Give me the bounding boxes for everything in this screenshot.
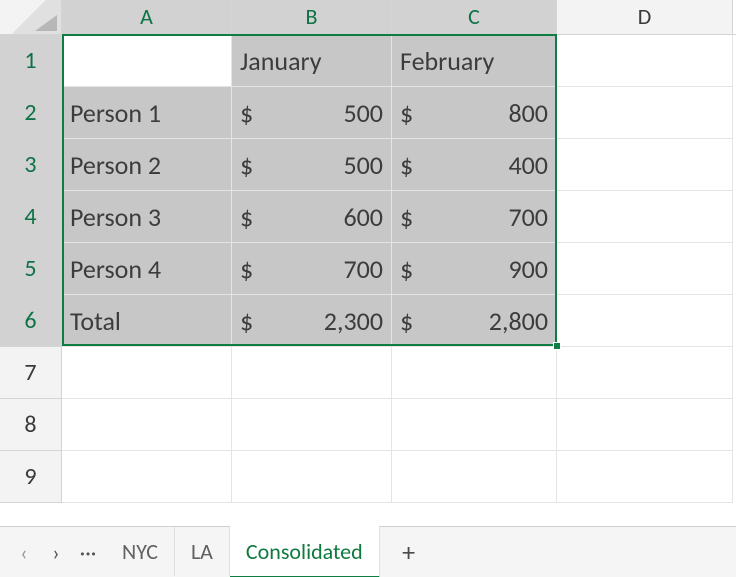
sheet-tab-la[interactable]: LA <box>175 527 230 576</box>
cell-c8[interactable] <box>392 399 557 451</box>
cell-c5[interactable]: $900 <box>392 243 557 295</box>
cell-b3[interactable]: $500 <box>232 139 392 191</box>
row-header-8[interactable]: 8 <box>0 399 62 451</box>
cell-d1[interactable] <box>557 35 733 87</box>
row-header-4[interactable]: 4 <box>0 191 62 243</box>
tab-nav-next[interactable]: › <box>42 539 70 566</box>
cell-b8[interactable] <box>232 399 392 451</box>
sheet-tabs: NYC LA Consolidated <box>106 527 380 577</box>
tab-nav-more[interactable]: ··· <box>74 539 102 566</box>
cell-b7[interactable] <box>232 347 392 399</box>
cell-b1[interactable]: January <box>232 35 392 87</box>
cell-a7[interactable] <box>62 347 232 399</box>
cell-d3[interactable] <box>557 139 733 191</box>
sheet-tab-consolidated[interactable]: Consolidated <box>230 526 380 577</box>
cell-a6[interactable]: Total <box>62 295 232 347</box>
cell-c6[interactable]: $2,800 <box>392 295 557 347</box>
col-header-a[interactable]: A <box>62 0 232 34</box>
cell-d7[interactable] <box>557 347 733 399</box>
cell-d9[interactable] <box>557 451 733 503</box>
row-header-1[interactable]: 1 <box>0 35 62 87</box>
cell-c4[interactable]: $700 <box>392 191 557 243</box>
cell-a3[interactable]: Person 2 <box>62 139 232 191</box>
cell-d5[interactable] <box>557 243 733 295</box>
cell-b9[interactable] <box>232 451 392 503</box>
sheet-tab-bar: ‹ › ··· NYC LA Consolidated + <box>0 526 736 577</box>
cell-b6[interactable]: $2,300 <box>232 295 392 347</box>
add-sheet-button[interactable]: + <box>384 536 434 568</box>
spreadsheet-grid[interactable]: A B C D 1 January February 2 Person 1 $5… <box>0 0 736 526</box>
cell-b4[interactable]: $600 <box>232 191 392 243</box>
cell-a5[interactable]: Person 4 <box>62 243 232 295</box>
tab-nav-prev[interactable]: ‹ <box>10 539 38 566</box>
cell-a8[interactable] <box>62 399 232 451</box>
cell-d8[interactable] <box>557 399 733 451</box>
cell-a9[interactable] <box>62 451 232 503</box>
cell-b2[interactable]: $500 <box>232 87 392 139</box>
col-header-d[interactable]: D <box>557 0 733 34</box>
cell-c3[interactable]: $400 <box>392 139 557 191</box>
cell-c7[interactable] <box>392 347 557 399</box>
col-header-b[interactable]: B <box>232 0 392 34</box>
cell-a2[interactable]: Person 1 <box>62 87 232 139</box>
cell-c2[interactable]: $800 <box>392 87 557 139</box>
row-header-3[interactable]: 3 <box>0 139 62 191</box>
cell-c9[interactable] <box>392 451 557 503</box>
cell-d4[interactable] <box>557 191 733 243</box>
sheet-tab-nyc[interactable]: NYC <box>106 527 175 576</box>
row-header-7[interactable]: 7 <box>0 347 62 399</box>
row-header-5[interactable]: 5 <box>0 243 62 295</box>
cell-b5[interactable]: $700 <box>232 243 392 295</box>
row-header-6[interactable]: 6 <box>0 295 62 347</box>
cell-a4[interactable]: Person 3 <box>62 191 232 243</box>
select-all-corner[interactable] <box>0 0 62 34</box>
cell-c1[interactable]: February <box>392 35 557 87</box>
row-header-9[interactable]: 9 <box>0 451 62 503</box>
cell-d2[interactable] <box>557 87 733 139</box>
col-header-c[interactable]: C <box>392 0 557 34</box>
cell-d6[interactable] <box>557 295 733 347</box>
row-header-2[interactable]: 2 <box>0 87 62 139</box>
column-header-row: A B C D <box>0 0 736 35</box>
cell-a1[interactable] <box>62 35 232 87</box>
